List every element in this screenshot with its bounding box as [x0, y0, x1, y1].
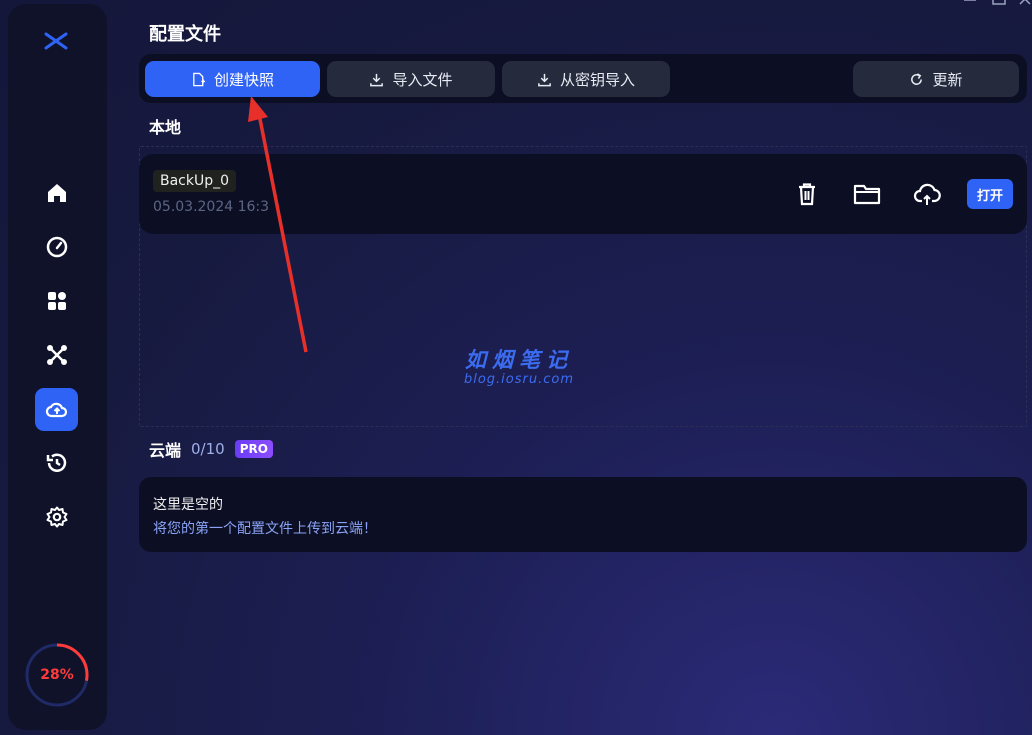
open-button[interactable]: 打开 [967, 179, 1013, 209]
grid-icon [47, 291, 66, 310]
sidebar: 28% [8, 4, 107, 730]
sidebar-item-history[interactable] [35, 441, 78, 484]
sidebar-item-tools[interactable] [35, 333, 78, 376]
refresh-label: 更新 [932, 70, 963, 89]
refresh-button[interactable]: 更新 [853, 61, 1019, 97]
sidebar-item-settings[interactable] [35, 495, 78, 538]
create-snapshot-button[interactable]: 创建快照 [145, 61, 320, 97]
cloud-empty-card: 这里是空的 将您的第一个配置文件上传到云端！ [139, 477, 1027, 552]
sidebar-item-home[interactable] [35, 171, 78, 214]
create-snapshot-label: 创建快照 [213, 70, 274, 89]
window-controls[interactable] [962, 0, 1032, 10]
import-from-key-label: 从密钥导入 [559, 70, 635, 89]
cloud-section-title: 云端 [149, 441, 182, 460]
cloud-count: 0/10 [191, 440, 225, 458]
toolbar: 创建快照 导入文件 从密钥导入 更新 [139, 54, 1027, 103]
sidebar-item-performance[interactable] [35, 225, 78, 268]
logo-icon [44, 32, 68, 50]
cloud-empty-description: 将您的第一个配置文件上传到云端！ [153, 521, 377, 537]
home-icon [47, 183, 66, 202]
gear-icon [46, 506, 67, 527]
import-file-label: 导入文件 [392, 70, 453, 89]
history-icon [46, 453, 66, 472]
download-icon [538, 73, 551, 86]
file-plus-icon [193, 72, 206, 86]
trash-icon[interactable] [793, 181, 821, 207]
import-file-button[interactable]: 导入文件 [327, 61, 495, 97]
cloud-upload-icon[interactable] [913, 181, 941, 207]
refresh-icon [911, 72, 923, 85]
cloud-upload-icon [45, 402, 67, 417]
watermark-sub: blog.iosru.com [463, 372, 575, 387]
cloud-empty-title: 这里是空的 [153, 497, 223, 513]
download-icon [370, 73, 384, 86]
usage-percent: 28% [40, 667, 74, 683]
backup-name: BackUp_0 [153, 170, 237, 192]
sidebar-item-apps[interactable] [35, 279, 78, 322]
speedometer-icon [46, 236, 67, 257]
import-from-key-button[interactable]: 从密钥导入 [502, 61, 670, 97]
local-section-title: 本地 [149, 118, 182, 137]
folder-icon[interactable] [853, 181, 881, 207]
backup-card: BackUp_0 05.03.2024 16:3 打开 [139, 154, 1027, 234]
cloud-header: 云端 0/10 PRO [149, 437, 273, 461]
backup-date: 05.03.2024 16:3 [153, 199, 270, 215]
network-icon [46, 344, 67, 365]
page-title: 配置文件 [149, 24, 221, 45]
watermark: 如烟笔记 blog.iosru.com [454, 344, 584, 387]
sidebar-item-profiles[interactable] [35, 388, 78, 431]
watermark-main: 如烟笔记 [465, 348, 573, 372]
pro-badge: PRO [234, 440, 273, 458]
